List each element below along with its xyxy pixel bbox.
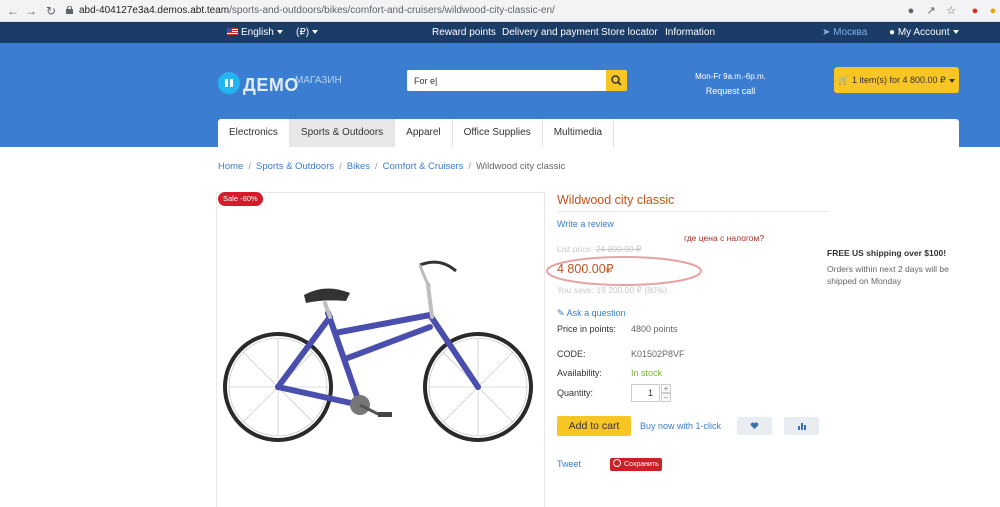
pinterest-save-button[interactable]: Сохранить <box>610 458 662 471</box>
cart-icon: 🛒 <box>838 75 850 85</box>
points-label: Price in points: <box>557 324 617 334</box>
sale-badge: Sale -80% <box>218 192 263 206</box>
compare-button[interactable] <box>784 417 819 435</box>
url-path: /sports-and-outdoors/bikes/comfort-and-c… <box>229 5 555 16</box>
product-title: Wildwood city classic <box>557 193 675 207</box>
heart-icon <box>750 422 759 429</box>
title-divider <box>557 211 828 212</box>
tab-office-supplies[interactable]: Office Supplies <box>453 119 543 147</box>
availability-label: Availability: <box>557 368 602 378</box>
reload-icon[interactable]: ↻ <box>44 4 58 18</box>
you-save: You save: 19 200.00 ₽ (80%) <box>557 285 668 295</box>
search-icon <box>611 75 622 86</box>
points-value: 4800 points <box>631 324 678 334</box>
add-to-cart-button[interactable]: Add to cart <box>557 416 631 436</box>
code-label: CODE: <box>557 349 586 359</box>
link-store-locator[interactable]: Store locator <box>601 22 658 43</box>
product-image-bike[interactable] <box>220 255 542 460</box>
annotation-text: где цена с налогом? <box>684 233 765 243</box>
link-information[interactable]: Information <box>665 22 715 43</box>
cart-button[interactable]: 🛒 1 item(s) for 4 800.00 ₽ <box>834 67 959 93</box>
working-hours: Mon-Fr 9a.m.-6p.m. <box>695 72 766 81</box>
account-menu[interactable]: ● My Account <box>889 22 959 43</box>
location-arrow-icon: ➤ <box>822 27 831 38</box>
category-nav: Electronics Sports & Outdoors Apparel Of… <box>218 119 959 147</box>
user-icon: ● <box>889 27 896 38</box>
link-delivery[interactable]: Delivery and payment <box>502 22 599 43</box>
breadcrumb-bikes[interactable]: Bikes <box>347 161 370 172</box>
write-review-link[interactable]: Write a review <box>557 219 614 229</box>
quantity-increase[interactable]: + <box>661 384 671 393</box>
star-icon[interactable]: ☆ <box>944 4 958 18</box>
request-call-link[interactable]: Request call <box>683 86 778 96</box>
breadcrumb-home[interactable]: Home <box>218 161 243 172</box>
us-flag-icon <box>227 27 238 35</box>
breadcrumb-sports[interactable]: Sports & Outdoors <box>256 161 334 172</box>
address-bar[interactable]: abd-404127e3a4.demos.abt.team/sports-and… <box>66 2 886 20</box>
search-input[interactable] <box>407 70 607 91</box>
code-value: K01502P8VF <box>631 349 685 359</box>
search-box <box>407 70 627 91</box>
back-icon[interactable]: ← <box>6 4 20 18</box>
url-host: abd-404127e3a4.demos.abt.team <box>79 5 230 16</box>
pinterest-icon <box>613 459 621 468</box>
extension-icon[interactable]: ● <box>968 4 982 18</box>
annotation-circle <box>546 256 702 286</box>
ask-question-link[interactable]: ✎ Ask a question <box>557 308 626 319</box>
extension-icon-2[interactable]: ● <box>986 4 1000 18</box>
breadcrumb-comfort[interactable]: Comfort & Cruisers <box>383 161 464 172</box>
forward-icon[interactable]: → <box>24 4 38 18</box>
buy-now-link[interactable]: Buy now with 1-click <box>640 421 721 431</box>
breadcrumb-current: Wildwood city classic <box>476 161 566 172</box>
search-button[interactable] <box>606 70 627 91</box>
lock-icon <box>66 6 73 14</box>
availability-value: In stock <box>631 368 663 378</box>
top-bar: English (₽) Reward points Delivery and p… <box>0 22 1000 43</box>
quantity-label: Quantity: <box>557 388 594 398</box>
share-icon[interactable]: ↗ <box>924 4 938 18</box>
city-selector[interactable]: ➤ Москва <box>822 22 867 43</box>
contact-block: Mon-Fr 9a.m.-6p.m. Request call <box>683 72 778 96</box>
browser-toolbar: ← → ↻ abd-404127e3a4.demos.abt.team/spor… <box>0 0 1000 22</box>
shipping-headline: FREE US shipping over $100! <box>827 248 947 258</box>
quantity-decrease[interactable]: – <box>661 393 671 402</box>
tab-multimedia[interactable]: Multimedia <box>543 119 615 147</box>
tab-apparel[interactable]: Apparel <box>395 119 453 147</box>
currency-selector[interactable]: (₽) <box>296 22 319 43</box>
compare-icon <box>798 423 806 430</box>
language-selector[interactable]: English <box>227 22 283 43</box>
link-reward-points[interactable]: Reward points <box>432 22 496 43</box>
breadcrumb: Home / Sports & Outdoors / Bikes / Comfort & C… <box>218 161 566 172</box>
logo-icon <box>218 72 240 94</box>
shipping-details: Orders within next 2 days will be shippe… <box>827 264 949 286</box>
location-icon[interactable]: ● <box>904 4 918 18</box>
quantity-input[interactable]: 1 <box>631 384 660 402</box>
wishlist-button[interactable] <box>737 417 772 435</box>
comment-icon: ✎ <box>557 308 565 318</box>
tweet-button[interactable]: Tweet <box>557 459 581 469</box>
tab-electronics[interactable]: Electronics <box>218 119 290 147</box>
tab-sports-outdoors[interactable]: Sports & Outdoors <box>289 119 396 147</box>
